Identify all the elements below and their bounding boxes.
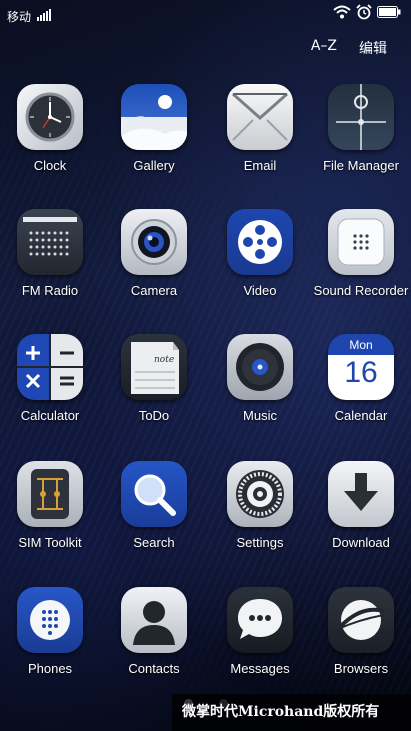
- app-messages[interactable]: Messages: [210, 587, 310, 676]
- app-calendar[interactable]: Mon 16 Calendar: [311, 334, 411, 423]
- messages-icon: [227, 587, 293, 653]
- wifi-icon: [333, 5, 351, 19]
- email-icon: [227, 84, 293, 150]
- edit-button[interactable]: 编辑: [359, 38, 387, 58]
- app-label: Calculator: [20, 408, 80, 423]
- app-label: Calendar: [334, 408, 388, 423]
- signal-icon: [37, 9, 51, 21]
- sound-recorder-icon: [328, 209, 394, 275]
- app-file-manager[interactable]: File Manager: [311, 84, 411, 173]
- status-bar: 移动: [0, 0, 411, 30]
- app-download[interactable]: Download: [311, 461, 411, 550]
- calendar-day: Mon: [349, 338, 373, 352]
- app-label: ToDo: [138, 408, 170, 423]
- app-music[interactable]: Music: [210, 334, 310, 423]
- app-label: SIM Toolkit: [18, 535, 82, 550]
- clock-icon: [17, 84, 83, 150]
- phone-dialpad-icon: [17, 587, 83, 653]
- app-label: Email: [243, 158, 277, 173]
- app-label: Camera: [130, 283, 178, 298]
- file-manager-icon: [328, 84, 394, 150]
- app-label: Sound Recorder: [313, 283, 409, 298]
- app-label: Browsers: [333, 661, 389, 676]
- app-search[interactable]: Search: [104, 461, 204, 550]
- app-email[interactable]: Email: [210, 84, 310, 173]
- app-video[interactable]: Video: [210, 209, 310, 298]
- calculator-icon: [17, 334, 83, 400]
- app-clock[interactable]: Clock: [0, 84, 100, 173]
- app-label: File Manager: [323, 158, 399, 173]
- app-calculator[interactable]: Calculator: [0, 334, 100, 423]
- watermark: 微掌时代Microhand版权所有: [172, 694, 411, 731]
- app-gallery[interactable]: Gallery: [104, 84, 204, 173]
- app-sim-toolkit[interactable]: SIM Toolkit: [0, 461, 100, 550]
- battery-icon: [377, 6, 401, 18]
- browser-icon: [328, 587, 394, 653]
- settings-icon: [227, 461, 293, 527]
- app-label: FM Radio: [21, 283, 79, 298]
- app-phones[interactable]: Phones: [0, 587, 100, 676]
- contacts-icon: [121, 587, 187, 653]
- camera-icon: [121, 209, 187, 275]
- app-settings[interactable]: Settings: [210, 461, 310, 550]
- fm-radio-icon: [17, 209, 83, 275]
- calendar-icon: Mon 16: [328, 334, 394, 400]
- carrier-label: 移动: [7, 10, 32, 24]
- sim-toolkit-icon: [17, 461, 83, 527]
- gallery-icon: [121, 84, 187, 150]
- todo-note-text: note: [154, 355, 175, 365]
- app-label: Gallery: [133, 158, 175, 173]
- app-sound-recorder[interactable]: Sound Recorder: [311, 209, 411, 298]
- music-icon: [227, 334, 293, 400]
- app-camera[interactable]: Camera: [104, 209, 204, 298]
- app-contacts[interactable]: Contacts: [104, 587, 204, 676]
- video-icon: [227, 209, 293, 275]
- todo-icon: note: [121, 334, 187, 400]
- download-icon: [328, 461, 394, 527]
- app-label: Video: [243, 283, 277, 298]
- sort-a-z-button[interactable]: A–Z: [311, 38, 337, 58]
- app-browsers[interactable]: Browsers: [311, 587, 411, 676]
- alarm-icon: [356, 4, 372, 20]
- app-label: Messages: [230, 661, 290, 676]
- app-label: Settings: [236, 535, 284, 550]
- app-label: Clock: [33, 158, 67, 173]
- app-label: Download: [332, 535, 390, 550]
- app-label: Phones: [27, 661, 73, 676]
- app-label: Search: [133, 535, 175, 550]
- app-label: Contacts: [128, 661, 180, 676]
- calendar-date: 16: [344, 356, 378, 389]
- search-icon: [121, 461, 187, 527]
- app-todo[interactable]: note ToDo: [104, 334, 204, 423]
- app-fm-radio[interactable]: FM Radio: [0, 209, 100, 298]
- app-label: Music: [243, 408, 277, 423]
